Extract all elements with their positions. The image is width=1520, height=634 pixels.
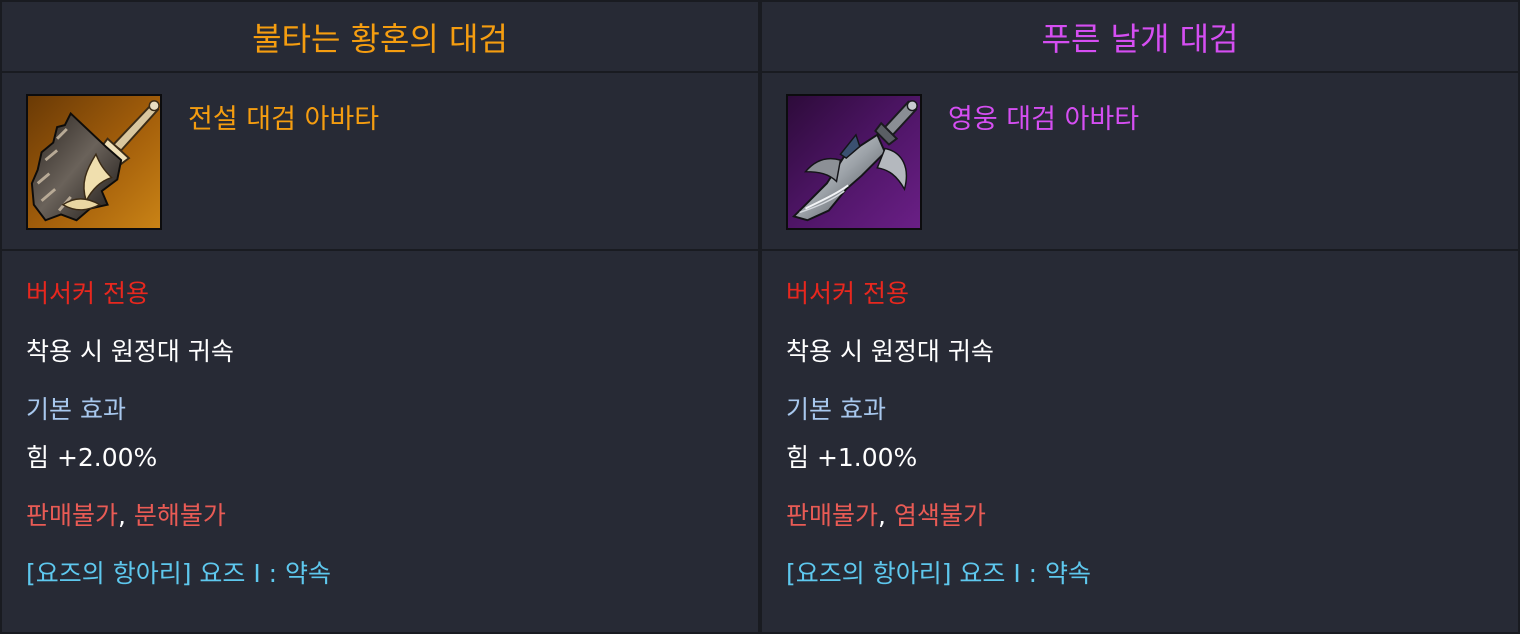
- set-effect: [요즈의 항아리] 요즈 I : 약속: [26, 559, 332, 588]
- trade-restrictions: 판매불가, 분해불가: [26, 501, 734, 531]
- tooltip-compare: 불타는 황혼의 대검 전설 대검 아바타 버서커 전용 착용 시 원정대 귀속 …: [0, 0, 1520, 634]
- set-effect: [요즈의 항아리] 요즈 I : 약속: [786, 559, 1092, 588]
- item-card-legend: 불타는 황혼의 대검 전설 대검 아바타 버서커 전용 착용 시 원정대 귀속 …: [0, 0, 760, 634]
- effect-header: 기본 효과: [786, 395, 886, 424]
- flaming-greatsword-icon: [26, 94, 162, 230]
- bind-info: 착용 시 원정대 귀속: [26, 337, 234, 366]
- item-card-hero: 푸른 날개 대검 영웅 대검 아바타 버서커 전용 착용 시 원정대 귀속 기본…: [760, 0, 1520, 634]
- avatar-name: 영웅 대검 아바타: [948, 104, 1140, 135]
- item-header: 영웅 대검 아바타: [762, 73, 1518, 251]
- restriction-sell: 판매불가: [26, 501, 119, 530]
- avatar-name: 전설 대검 아바타: [188, 104, 380, 135]
- restriction-dye: 염색불가: [893, 501, 986, 530]
- bind-info: 착용 시 원정대 귀속: [786, 337, 994, 366]
- restriction-separator: ,: [118, 501, 126, 530]
- trade-restrictions: 판매불가, 염색불가: [786, 501, 1494, 531]
- effect-header: 기본 효과: [26, 395, 126, 424]
- restriction-sell: 판매불가: [786, 501, 879, 530]
- winged-greatsword-icon: [786, 94, 922, 230]
- stat-value: 힘 +2.00%: [26, 443, 158, 472]
- stat-value: 힘 +1.00%: [786, 443, 918, 472]
- item-details: 버서커 전용 착용 시 원정대 귀속 기본 효과 힘 +1.00% 판매불가, …: [762, 251, 1518, 589]
- class-restriction: 버서커 전용: [26, 279, 149, 308]
- restriction-separator: ,: [878, 501, 886, 530]
- class-restriction: 버서커 전용: [786, 279, 909, 308]
- item-title: 불타는 황혼의 대검: [2, 2, 758, 73]
- restriction-disassemble: 분해불가: [133, 501, 226, 530]
- item-title: 푸른 날개 대검: [762, 2, 1518, 73]
- item-header: 전설 대검 아바타: [2, 73, 758, 251]
- item-details: 버서커 전용 착용 시 원정대 귀속 기본 효과 힘 +2.00% 판매불가, …: [2, 251, 758, 589]
